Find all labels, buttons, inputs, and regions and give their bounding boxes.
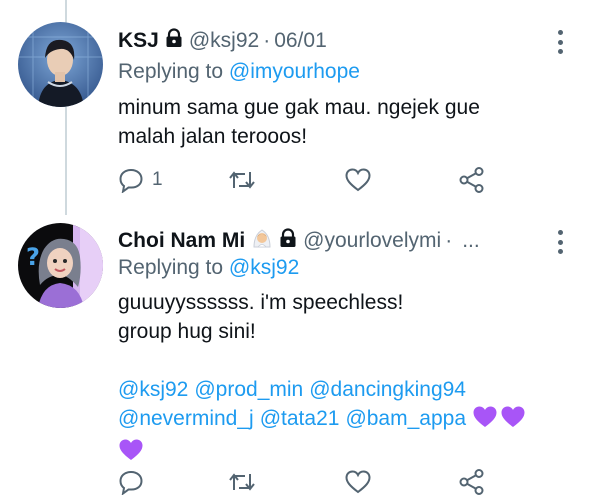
- more-icon[interactable]: [556, 230, 564, 254]
- tweet[interactable]: KSJ @ksj92 · 06/01 Replying to @imyourho…: [0, 0, 600, 215]
- reply-icon: [118, 167, 144, 193]
- mention-link[interactable]: @dancingking94: [309, 378, 466, 401]
- avatar[interactable]: [18, 22, 103, 107]
- mentions-line: @nevermind_j @tata21 @bam_appa: [118, 404, 580, 437]
- tweet-header: KSJ @ksj92 · 06/01: [118, 28, 540, 54]
- share-button[interactable]: [458, 165, 486, 195]
- purple-heart-icon: [118, 438, 146, 470]
- mention-link[interactable]: @prod_min: [194, 378, 303, 401]
- mention-link[interactable]: @nevermind_j: [118, 407, 254, 430]
- tweet-text-line: minum sama gue gak mau. ngejek gue: [118, 96, 480, 119]
- tweet-header: Choi Nam Mi @yourlovelymi · ...: [118, 228, 540, 254]
- display-name[interactable]: KSJ: [118, 29, 159, 53]
- like-button[interactable]: [344, 165, 372, 195]
- action-bar: [118, 467, 518, 497]
- reply-icon: [118, 469, 144, 495]
- replying-prefix: Replying to: [118, 60, 224, 83]
- retweet-icon: [228, 469, 256, 495]
- lock-icon: [164, 28, 184, 54]
- tweet-text-line: guuuyyssssss. i'm speechless!: [118, 291, 404, 314]
- retweet-button[interactable]: [228, 467, 256, 497]
- like-button[interactable]: [344, 467, 372, 497]
- action-bar: 1: [118, 165, 518, 195]
- share-icon: [458, 166, 486, 194]
- replying-mention[interactable]: @ksj92: [229, 256, 299, 279]
- replying-prefix: Replying to: [118, 256, 224, 279]
- tweet-text: guuuyyssssss. i'm speechless! group hug …: [118, 288, 580, 470]
- replying-mention[interactable]: @imyourhope: [229, 60, 360, 83]
- tweet-text-line: group hug sini!: [118, 320, 256, 343]
- mention-link[interactable]: @bam_appa: [345, 407, 466, 430]
- mentions-line: @ksj92 @prod_min @dancingking94: [118, 375, 580, 404]
- share-icon: [458, 468, 486, 496]
- more-icon[interactable]: [556, 30, 564, 54]
- purple-heart-icon: [472, 405, 528, 437]
- user-handle[interactable]: @yourlovelymi: [303, 229, 441, 253]
- display-name[interactable]: Choi Nam Mi: [118, 229, 245, 253]
- user-handle[interactable]: @ksj92: [189, 29, 259, 53]
- separator-dot: ·: [263, 29, 271, 52]
- tweet[interactable]: ? Choi Nam Mi @yourlovelymi · ... Replyi…: [0, 215, 600, 504]
- tweet-date[interactable]: 06/01: [274, 29, 327, 53]
- retweet-button[interactable]: [228, 165, 256, 195]
- retweet-icon: [228, 167, 256, 193]
- reply-button[interactable]: [118, 467, 144, 497]
- mention-link[interactable]: @tata21: [260, 407, 340, 430]
- tweet-text: minum sama gue gak mau. ngejek gue malah…: [118, 93, 580, 151]
- mention-link[interactable]: @ksj92: [118, 378, 188, 401]
- truncation-ellipsis: ...: [462, 229, 480, 252]
- like-icon: [344, 469, 372, 495]
- person-with-veil-icon: [251, 227, 273, 255]
- tweet-text-line: malah jalan terooos!: [118, 125, 308, 148]
- svg-text:?: ?: [26, 243, 40, 271]
- mentions-line-trailing: [118, 437, 580, 470]
- reply-button[interactable]: 1: [118, 165, 163, 195]
- lock-icon: [278, 228, 298, 254]
- avatar[interactable]: ?: [18, 223, 103, 308]
- separator-dot: ·: [445, 229, 453, 252]
- replying-to: Replying to @ksj92: [118, 256, 299, 280]
- replying-to: Replying to @imyourhope: [118, 60, 360, 84]
- share-button[interactable]: [458, 467, 486, 497]
- reply-count: 1: [152, 169, 163, 190]
- like-icon: [344, 167, 372, 193]
